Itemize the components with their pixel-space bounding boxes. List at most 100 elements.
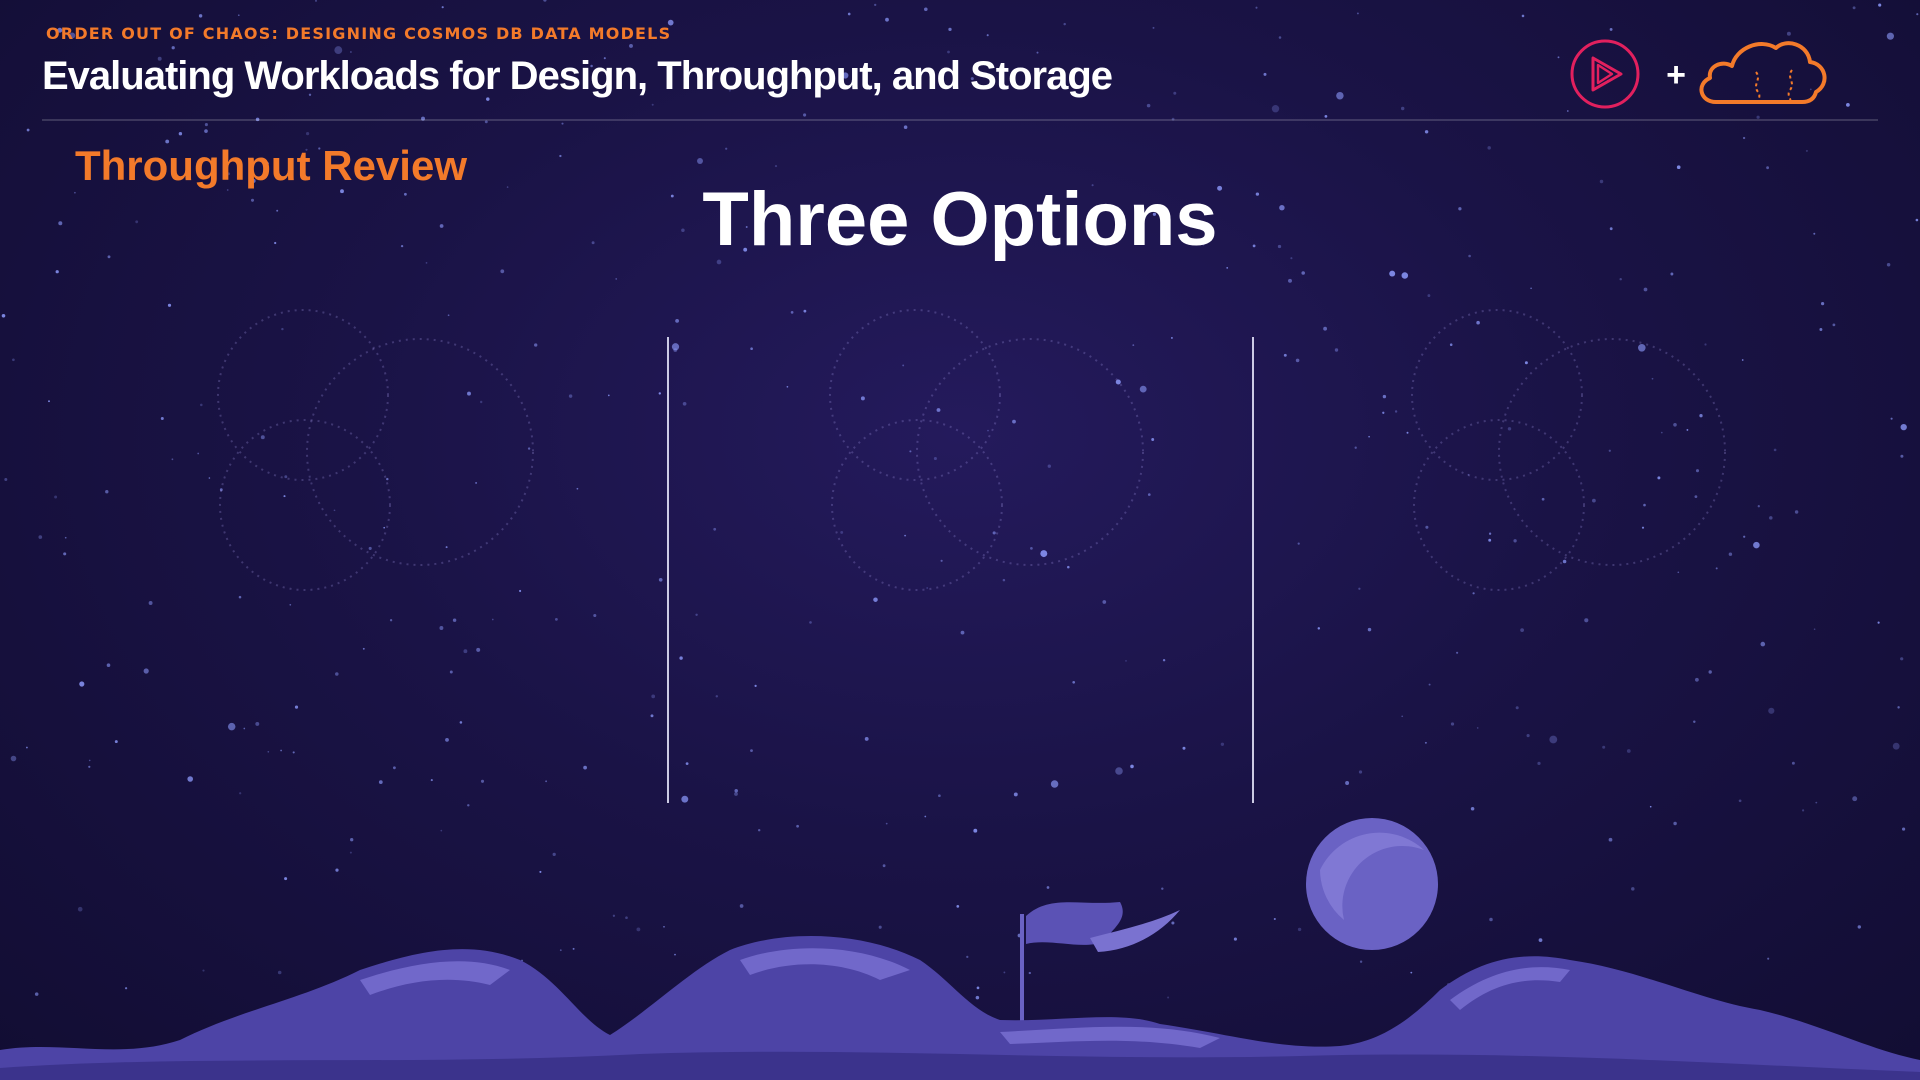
star xyxy=(1050,780,1059,788)
star xyxy=(1693,720,1696,724)
star xyxy=(4,478,8,481)
star xyxy=(1916,13,1919,16)
star xyxy=(239,792,242,795)
star xyxy=(1526,734,1530,738)
star xyxy=(167,303,172,307)
star xyxy=(349,51,352,53)
star xyxy=(1900,454,1904,458)
star xyxy=(378,780,383,784)
star xyxy=(48,400,50,403)
star xyxy=(1263,72,1267,76)
star xyxy=(54,495,58,499)
star xyxy=(1317,627,1321,630)
star xyxy=(1852,796,1858,802)
star xyxy=(1584,618,1589,623)
star xyxy=(1897,706,1900,709)
star xyxy=(1708,670,1712,674)
star xyxy=(393,766,396,770)
star xyxy=(1400,106,1405,111)
star xyxy=(292,751,295,754)
star xyxy=(1515,706,1519,710)
star xyxy=(1877,621,1880,624)
star xyxy=(148,601,153,605)
column-2-venn-graphic xyxy=(829,309,1144,591)
star xyxy=(63,552,67,556)
star xyxy=(1805,149,1808,152)
star xyxy=(1170,336,1173,339)
star xyxy=(459,721,463,724)
column-1-venn-graphic xyxy=(217,309,534,591)
star xyxy=(1791,761,1795,765)
star xyxy=(1358,587,1361,590)
star xyxy=(1255,6,1258,9)
star xyxy=(658,577,663,582)
plus-sign: + xyxy=(1666,56,1686,94)
star xyxy=(178,132,183,136)
star xyxy=(1013,792,1018,797)
star xyxy=(1813,628,1816,630)
star xyxy=(463,649,468,654)
star xyxy=(1815,801,1818,804)
star xyxy=(452,618,457,622)
column-divider-right xyxy=(1252,337,1254,803)
star xyxy=(1609,27,1613,31)
star xyxy=(1367,627,1372,632)
star xyxy=(1428,683,1431,686)
column-divider-left xyxy=(667,337,669,803)
star xyxy=(561,122,564,125)
star xyxy=(559,154,562,158)
star xyxy=(362,647,365,650)
star xyxy=(960,630,965,635)
star xyxy=(476,647,481,652)
star xyxy=(695,613,698,617)
star xyxy=(1643,287,1648,292)
star xyxy=(1295,358,1300,363)
star xyxy=(1226,267,1229,269)
star xyxy=(948,27,952,32)
star xyxy=(1520,628,1524,632)
header-divider xyxy=(42,119,1878,121)
star xyxy=(593,613,597,618)
star xyxy=(441,6,444,9)
star xyxy=(1323,326,1327,331)
star xyxy=(874,3,877,7)
star xyxy=(1695,677,1699,682)
star xyxy=(1220,742,1225,746)
star xyxy=(1450,722,1455,726)
star xyxy=(583,765,587,770)
star xyxy=(679,656,683,660)
star xyxy=(1487,146,1491,150)
star xyxy=(1530,287,1532,290)
star xyxy=(389,619,393,622)
star xyxy=(1152,26,1155,29)
star xyxy=(1649,805,1652,808)
star xyxy=(803,113,807,117)
star xyxy=(1760,641,1766,647)
star xyxy=(1626,749,1631,753)
star xyxy=(171,458,174,461)
star xyxy=(1072,680,1076,684)
star xyxy=(306,132,310,136)
star xyxy=(715,695,719,698)
star xyxy=(106,663,111,667)
star xyxy=(1743,535,1746,538)
module-title: Evaluating Workloads for Design, Through… xyxy=(42,54,1113,98)
planet-graphic xyxy=(1306,818,1438,950)
star xyxy=(1278,36,1282,39)
star xyxy=(334,46,343,55)
star xyxy=(204,123,208,127)
star xyxy=(1271,104,1280,113)
star xyxy=(1336,91,1344,100)
star xyxy=(1476,727,1479,729)
star xyxy=(198,14,203,18)
star xyxy=(1886,32,1894,40)
star xyxy=(750,749,753,752)
play-circle-icon xyxy=(1570,39,1640,109)
star xyxy=(1757,505,1760,508)
column-3-venn-graphic xyxy=(1411,309,1726,591)
course-title: ORDER OUT OF CHAOS: DESIGNING COSMOS DB … xyxy=(46,24,672,43)
star xyxy=(885,17,889,22)
star xyxy=(315,0,317,2)
star xyxy=(1521,14,1525,18)
logo-group: + xyxy=(1560,32,1840,116)
